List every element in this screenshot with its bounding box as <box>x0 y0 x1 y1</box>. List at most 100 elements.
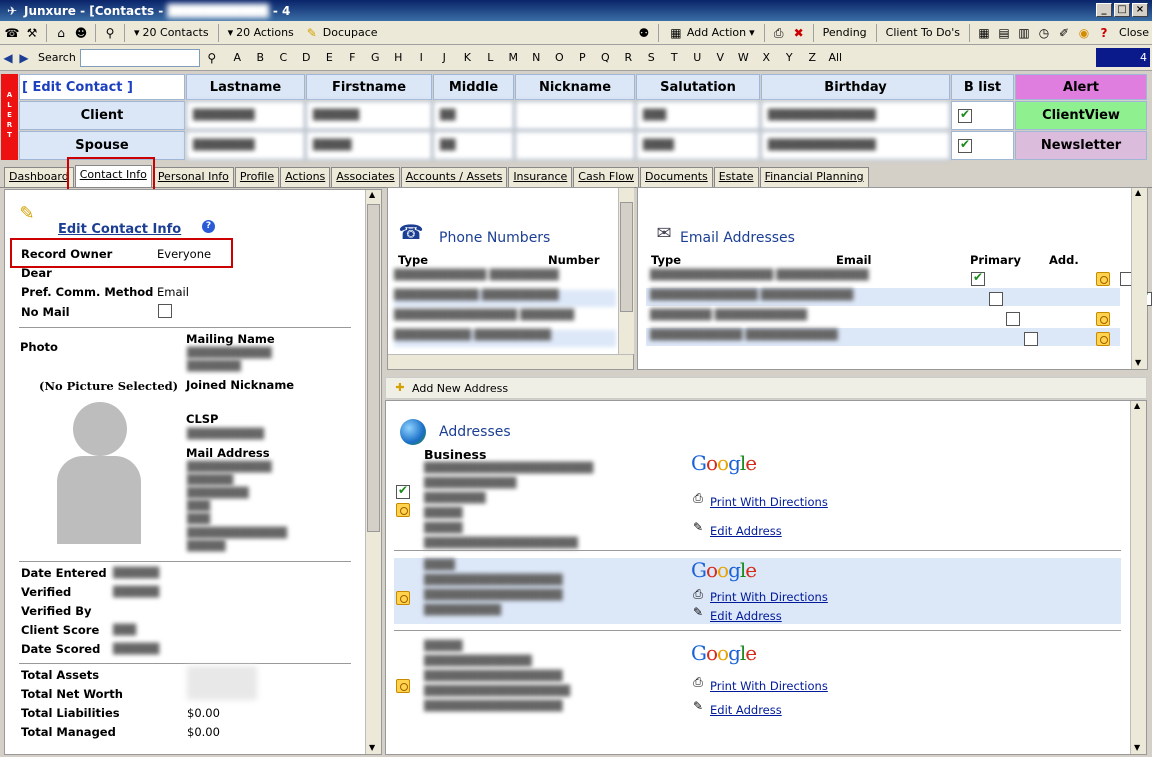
clock-icon[interactable] <box>1096 332 1110 346</box>
print-directions-link[interactable]: Print With Directions <box>710 590 828 604</box>
alpha-letter-e[interactable]: E <box>318 51 341 64</box>
docupace-button[interactable]: ✎ Docupace <box>301 23 381 43</box>
client-lastname[interactable]: ████████ <box>186 101 305 130</box>
alpha-letter-p[interactable]: P <box>571 51 594 64</box>
tab-cash-flow[interactable]: Cash Flow <box>573 167 640 187</box>
tab-financial-planning[interactable]: Financial Planning <box>759 167 869 187</box>
list-item[interactable]: ████████████ ████████████ <box>650 330 838 347</box>
clock-icon[interactable]: ◷ <box>1036 25 1052 41</box>
print-directions-link[interactable]: Print With Directions <box>710 495 828 509</box>
edit-address-link[interactable]: Edit Address <box>710 524 782 538</box>
spouse-b-list-checkbox[interactable] <box>958 137 972 153</box>
phone-hscrollbar[interactable] <box>388 354 633 369</box>
spouse-firstname[interactable]: █████ <box>306 131 432 160</box>
alpha-letter-j[interactable]: J <box>433 51 456 64</box>
tab-personal-info[interactable]: Personal Info <box>152 167 234 187</box>
tab-documents[interactable]: Documents <box>640 167 713 187</box>
email-primary-checkbox[interactable] <box>1006 312 1020 326</box>
back-arrow-icon[interactable]: ◀ <box>0 50 16 66</box>
list-item[interactable]: ████████████ █████████ <box>394 270 616 287</box>
tab-associates[interactable]: Associates <box>331 167 400 187</box>
clock-icon[interactable] <box>396 503 410 517</box>
client-birthday[interactable]: ██████████████ <box>761 101 950 130</box>
edit-address-link[interactable]: Edit Address <box>710 609 782 623</box>
clock-icon[interactable] <box>1096 312 1110 326</box>
scroll-up-icon[interactable]: ▲ <box>1135 188 1141 197</box>
scroll-down-icon[interactable]: ▼ <box>1135 358 1141 367</box>
timer-icon[interactable]: ◉ <box>1076 25 1092 41</box>
list-item[interactable]: ███████████ ██████████ <box>394 290 616 307</box>
phone-device-icon[interactable]: ☎ <box>4 25 20 41</box>
client-firstname[interactable]: ██████ <box>306 101 432 130</box>
alert-button[interactable]: Alert <box>1015 74 1147 100</box>
tab-dashboard[interactable]: Dashboard <box>4 167 74 187</box>
address-primary-checkbox[interactable] <box>396 483 410 499</box>
alpha-letter-b[interactable]: B <box>249 51 272 64</box>
phone-scrollbar[interactable] <box>618 188 634 354</box>
alpha-letter-i[interactable]: I <box>410 51 433 64</box>
alpha-letter-h[interactable]: H <box>387 51 410 64</box>
clock-icon[interactable] <box>396 679 410 693</box>
client-nickname[interactable] <box>515 101 635 130</box>
tab-accounts-assets[interactable]: Accounts / Assets <box>400 167 508 187</box>
alpha-letter-k[interactable]: K <box>456 51 479 64</box>
spouse-nickname[interactable] <box>515 131 635 160</box>
scroll-up-icon[interactable]: ▲ <box>1134 401 1140 410</box>
client-b-list-cell[interactable] <box>951 101 1014 130</box>
notes-icon[interactable]: ▤ <box>996 25 1012 41</box>
tab-insurance[interactable]: Insurance <box>508 167 573 187</box>
alpha-letter-n[interactable]: N <box>525 51 548 64</box>
help-icon[interactable]: ? <box>202 220 215 233</box>
alpha-letter-o[interactable]: O <box>548 51 571 64</box>
spouse-middle[interactable]: ██ <box>433 131 514 160</box>
addresses-scrollbar[interactable]: ▲ ▼ <box>1130 401 1146 754</box>
client-todos-button[interactable]: Client To Do's <box>883 23 963 43</box>
search-input[interactable] <box>79 48 200 67</box>
people-search-icon[interactable]: ⚉ <box>636 25 652 41</box>
email-scrollbar[interactable]: ▲ ▼ <box>1131 188 1147 369</box>
alpha-letter-t[interactable]: T <box>663 51 686 64</box>
alpha-letter-all[interactable]: All <box>824 51 847 64</box>
close-window-button[interactable]: × <box>1132 3 1148 17</box>
edit-contact-info-link[interactable]: Edit Contact Info <box>58 222 181 237</box>
alpha-letter-d[interactable]: D <box>295 51 318 64</box>
alpha-letter-y[interactable]: Y <box>778 51 801 64</box>
alpha-letter-w[interactable]: W <box>732 51 755 64</box>
list-item[interactable]: ██████████ ██████████ <box>394 330 616 347</box>
alpha-letter-l[interactable]: L <box>479 51 502 64</box>
tab-profile[interactable]: Profile <box>234 167 280 187</box>
alpha-letter-g[interactable]: G <box>364 51 387 64</box>
left-scrollbar[interactable]: ▲ ▼ <box>365 190 381 754</box>
search-icon[interactable]: ⚲ <box>204 50 220 66</box>
print-directions-link[interactable]: Print With Directions <box>710 679 828 693</box>
email-primary-checkbox[interactable] <box>1023 332 1038 346</box>
alpha-letter-r[interactable]: R <box>617 51 640 64</box>
print-icon[interactable]: ⎙ <box>771 25 787 41</box>
close-button[interactable]: Close <box>1116 23 1152 43</box>
list-item[interactable]: ████████ ████████████ <box>650 310 807 327</box>
binoculars-icon[interactable]: ⚲ <box>102 25 118 41</box>
scroll-down-icon[interactable]: ▼ <box>369 743 375 752</box>
alpha-letter-m[interactable]: M <box>502 51 525 64</box>
alpha-letter-v[interactable]: V <box>709 51 732 64</box>
client-middle[interactable]: ██ <box>433 101 514 130</box>
alpha-letter-a[interactable]: A <box>226 51 249 64</box>
email-primary-checkbox[interactable] <box>971 270 985 286</box>
pending-button[interactable]: Pending <box>820 23 870 43</box>
alpha-letter-c[interactable]: C <box>272 51 295 64</box>
add-action-button[interactable]: ▦ Add Action ▾ <box>665 23 758 43</box>
help-icon[interactable]: ? <box>1096 25 1112 41</box>
spouse-salutation[interactable]: ████ <box>636 131 760 160</box>
list-item[interactable]: ████████████████ ████████████ <box>650 270 869 287</box>
edit-address-link[interactable]: Edit Address <box>710 703 782 717</box>
clientview-button[interactable]: ClientView <box>1015 101 1147 130</box>
list-item[interactable]: ██████████████ ████████████ <box>650 290 853 307</box>
clock-icon[interactable] <box>1096 272 1110 286</box>
home-icon[interactable]: ⌂ <box>53 25 69 41</box>
scroll-down-icon[interactable]: ▼ <box>1134 743 1140 752</box>
edit-icon[interactable]: ✐ <box>1056 25 1072 41</box>
spouse-birthday[interactable]: ██████████████ <box>761 131 950 160</box>
tab-actions[interactable]: Actions <box>280 167 331 187</box>
spouse-b-list-cell[interactable] <box>951 131 1014 160</box>
alpha-letter-u[interactable]: U <box>686 51 709 64</box>
